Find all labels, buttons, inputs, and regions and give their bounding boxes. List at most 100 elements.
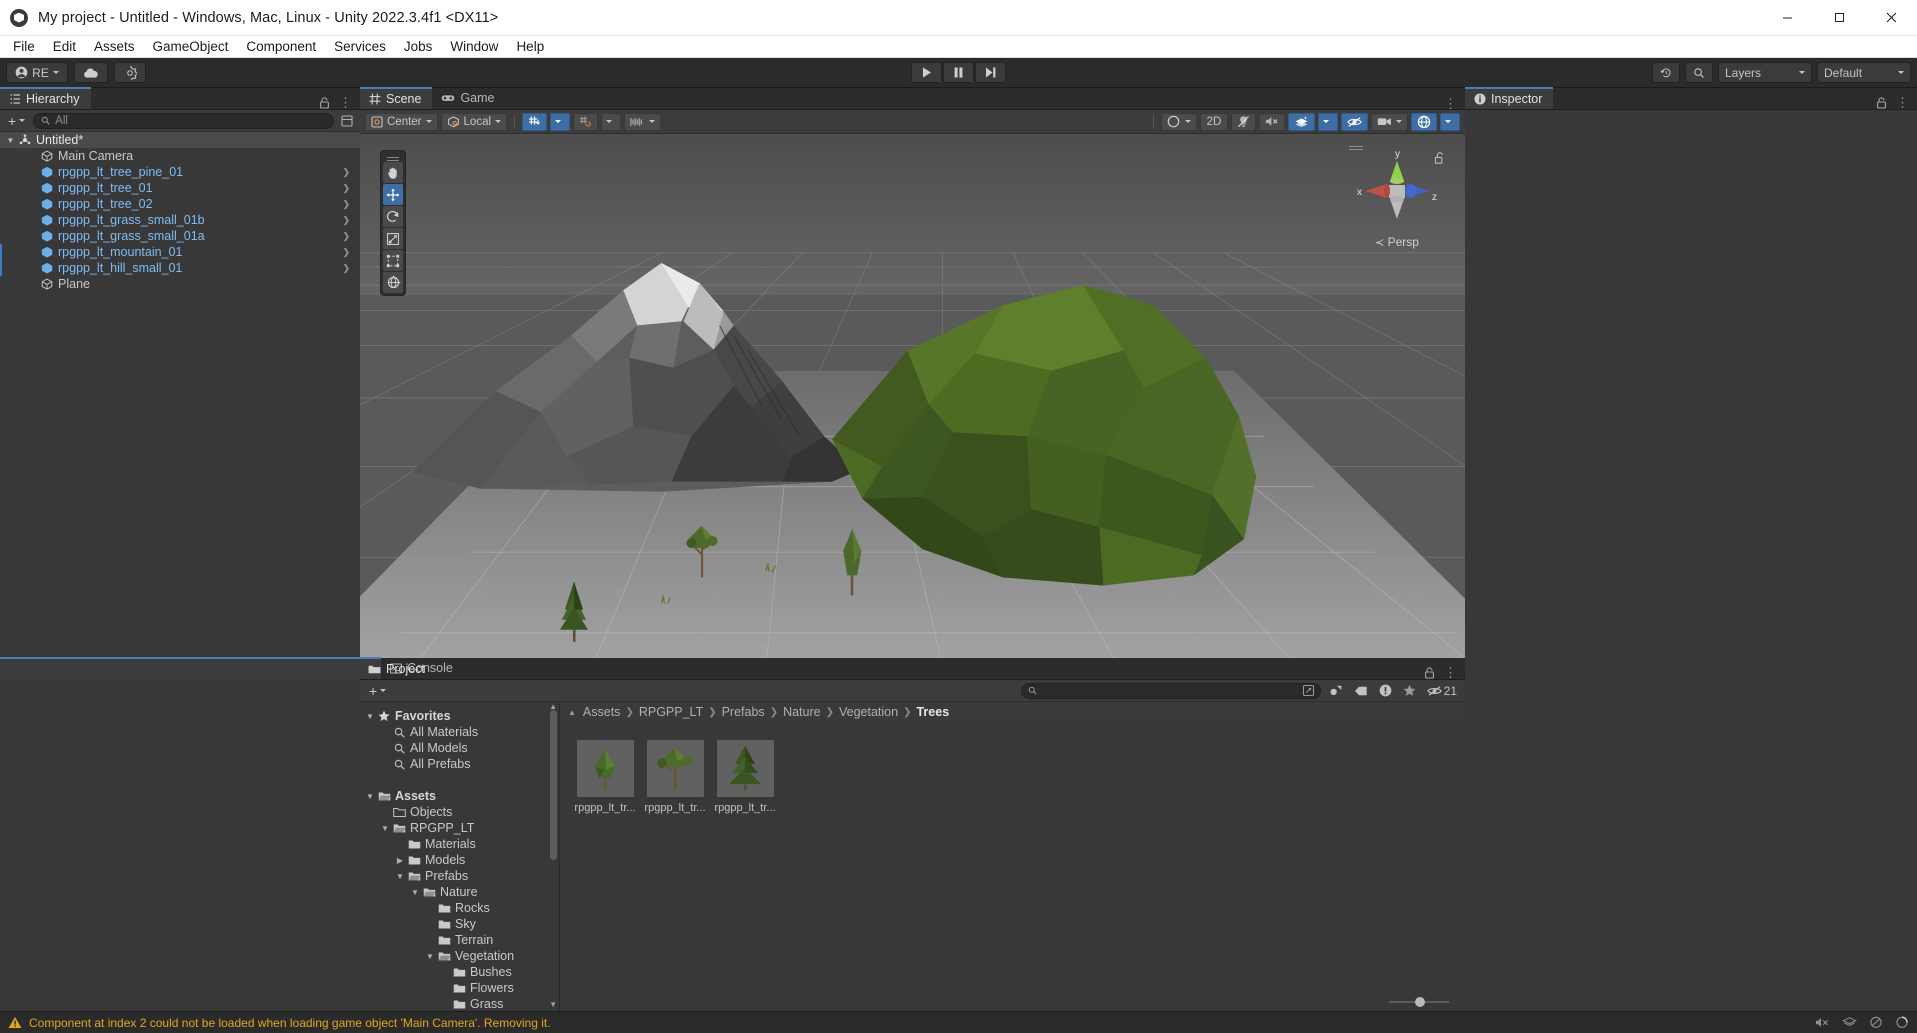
tab-hierarchy[interactable]: Hierarchy [0, 87, 91, 109]
hierarchy-item-rpgpp-lt-mountain-01[interactable]: rpgpp_lt_mountain_01 ❯ [0, 244, 360, 260]
layout-dropdown[interactable]: Default [1817, 62, 1911, 83]
breadcrumb-rpgpp-lt[interactable]: RPGPP_LT [639, 705, 703, 719]
rect-tool-button[interactable] [383, 250, 403, 271]
menu-gameobject[interactable]: GameObject [144, 36, 238, 58]
handle-space-dropdown[interactable]: Local [440, 112, 508, 131]
menu-services[interactable]: Services [325, 36, 395, 58]
step-button[interactable] [975, 62, 1006, 83]
breadcrumb-nature[interactable]: Nature [783, 705, 821, 719]
play-button[interactable] [911, 62, 942, 83]
menu-help[interactable]: Help [507, 36, 553, 58]
minimize-button[interactable] [1761, 0, 1813, 35]
tab-scene[interactable]: Scene [360, 87, 433, 109]
chevron-right-icon[interactable]: ❯ [342, 263, 350, 274]
menu-component[interactable]: Component [237, 36, 325, 58]
chevron-right-icon[interactable]: ❯ [342, 247, 350, 258]
project-folder-tree[interactable]: ▲ ▼ ▼ Favorites All Materials All Models All… [360, 702, 560, 1011]
chevron-down-icon[interactable]: ▼ [364, 792, 376, 801]
scene-lighting-toggle[interactable] [1231, 112, 1256, 131]
kebab-menu-icon[interactable]: ⋮ [1444, 666, 1457, 679]
progress-icon[interactable] [1895, 1016, 1909, 1029]
inspector-content[interactable] [1465, 110, 1917, 1011]
snap-increment-dropdown[interactable] [601, 112, 622, 131]
hierarchy-add-button[interactable]: + [4, 112, 29, 130]
palette-drag-handle[interactable] [383, 153, 403, 161]
shading-mode-dropdown[interactable] [1161, 112, 1197, 131]
chevron-down-icon[interactable]: ▼ [4, 136, 17, 145]
asset-zoom-slider[interactable] [560, 993, 1465, 1011]
pivot-mode-dropdown[interactable]: Center [365, 112, 438, 131]
rotate-tool-button[interactable] [383, 206, 403, 227]
tab-project[interactable]: Project [0, 657, 425, 679]
project-tree-item-objects[interactable]: Objects [360, 804, 559, 820]
project-tree-item-all-prefabs[interactable]: All Prefabs [360, 756, 559, 772]
hierarchy-item-untitled[interactable]: ▼ Untitled* [0, 132, 360, 148]
scene-visibility-toggle[interactable] [1341, 112, 1368, 131]
chevron-right-icon[interactable]: ❯ [342, 231, 350, 242]
breadcrumb-prefabs[interactable]: Prefabs [722, 705, 765, 719]
project-tree-item-grass[interactable]: Grass [360, 996, 559, 1011]
chevron-down-icon[interactable]: ▼ [409, 888, 421, 897]
asset-item[interactable]: rpgpp_lt_tr... [574, 740, 636, 814]
pause-button[interactable] [943, 62, 974, 83]
scale-tool-button[interactable] [383, 228, 403, 249]
chevron-down-icon[interactable]: ▼ [394, 872, 406, 881]
hand-tool-button[interactable] [383, 162, 403, 183]
view-2d-toggle[interactable]: 2D [1200, 112, 1228, 131]
ruler-tool-button[interactable] [624, 112, 662, 131]
hierarchy-item-rpgpp-lt-tree-02[interactable]: rpgpp_lt_tree_02 ❯ [0, 196, 360, 212]
close-button[interactable] [1865, 0, 1917, 35]
menu-edit[interactable]: Edit [44, 36, 85, 58]
lock-icon[interactable] [1424, 667, 1435, 679]
chevron-down-icon[interactable]: ▼ [424, 952, 436, 961]
projection-mode-label[interactable]: ≺ Persp [1347, 235, 1447, 249]
kebab-menu-icon[interactable]: ⋮ [1896, 96, 1909, 109]
project-tree-item-favorites[interactable]: ▼ Favorites [360, 708, 559, 724]
project-tree-item-bushes[interactable]: Bushes [360, 964, 559, 980]
layers-status-icon[interactable] [1842, 1016, 1857, 1029]
kebab-menu-icon[interactable]: ⋮ [339, 96, 352, 109]
menu-jobs[interactable]: Jobs [395, 36, 442, 58]
project-tree-item-prefabs[interactable]: ▼ Prefabs [360, 868, 559, 884]
hierarchy-item-rpgpp-lt-hill-small-01[interactable]: rpgpp_lt_hill_small_01 ❯ [0, 260, 360, 276]
scene-audio-toggle[interactable] [1259, 112, 1285, 131]
hierarchy-item-plane[interactable]: Plane [0, 276, 360, 292]
status-bar[interactable]: Component at index 2 could not be loaded… [0, 1011, 1917, 1033]
filter-by-label-icon[interactable] [1351, 685, 1371, 697]
chevron-right-icon[interactable]: ❯ [342, 199, 350, 210]
slider-track[interactable] [1389, 997, 1449, 1007]
move-tool-button[interactable] [383, 184, 403, 205]
asset-item[interactable]: rpgpp_lt_tr... [714, 740, 776, 814]
scene-effects-dropdown[interactable] [1318, 112, 1338, 131]
maximize-button[interactable] [1813, 0, 1865, 35]
project-tree-item-models[interactable]: ▶ Models [360, 852, 559, 868]
chevron-right-icon[interactable]: ▶ [394, 856, 406, 865]
project-tree-item-all-materials[interactable]: All Materials [360, 724, 559, 740]
project-tree-item-rocks[interactable]: Rocks [360, 900, 559, 916]
hierarchy-item-main-camera[interactable]: Main Camera [0, 148, 360, 164]
menu-file[interactable]: File [4, 36, 44, 58]
project-search-input[interactable] [1020, 682, 1321, 699]
cloud-services-button[interactable] [74, 62, 108, 83]
hierarchy-item-rpgpp-lt-grass-small-01a[interactable]: rpgpp_lt_grass_small_01a ❯ [0, 228, 360, 244]
asset-item[interactable]: rpgpp_lt_tr... [644, 740, 706, 814]
tab-inspector[interactable]: Inspector [1465, 87, 1554, 109]
scene-camera-dropdown[interactable] [1371, 112, 1408, 131]
lock-icon[interactable] [1876, 97, 1887, 109]
mute-icon[interactable] [1815, 1016, 1830, 1029]
account-dropdown[interactable]: RE [6, 62, 68, 83]
hierarchy-item-rpgpp-lt-tree-01[interactable]: rpgpp_lt_tree_01 ❯ [0, 180, 360, 196]
undo-history-button[interactable] [1652, 62, 1680, 83]
slider-knob[interactable] [1415, 997, 1425, 1007]
scroll-down-arrow-icon[interactable]: ▼ [549, 1000, 557, 1009]
collab-icon[interactable] [1869, 1016, 1883, 1029]
chevron-down-icon[interactable]: ▼ [379, 824, 391, 833]
snap-increment-toggle[interactable] [573, 112, 599, 131]
hierarchy-filter-icon[interactable] [338, 114, 356, 127]
kebab-menu-icon[interactable]: ⋮ [1444, 97, 1457, 110]
lock-icon[interactable] [319, 97, 330, 109]
chevron-right-icon[interactable]: ❯ [342, 183, 350, 194]
project-tree-item-terrain[interactable]: Terrain [360, 932, 559, 948]
project-tree-item-all-models[interactable]: All Models [360, 740, 559, 756]
project-tree-scrollbar[interactable] [550, 710, 557, 860]
